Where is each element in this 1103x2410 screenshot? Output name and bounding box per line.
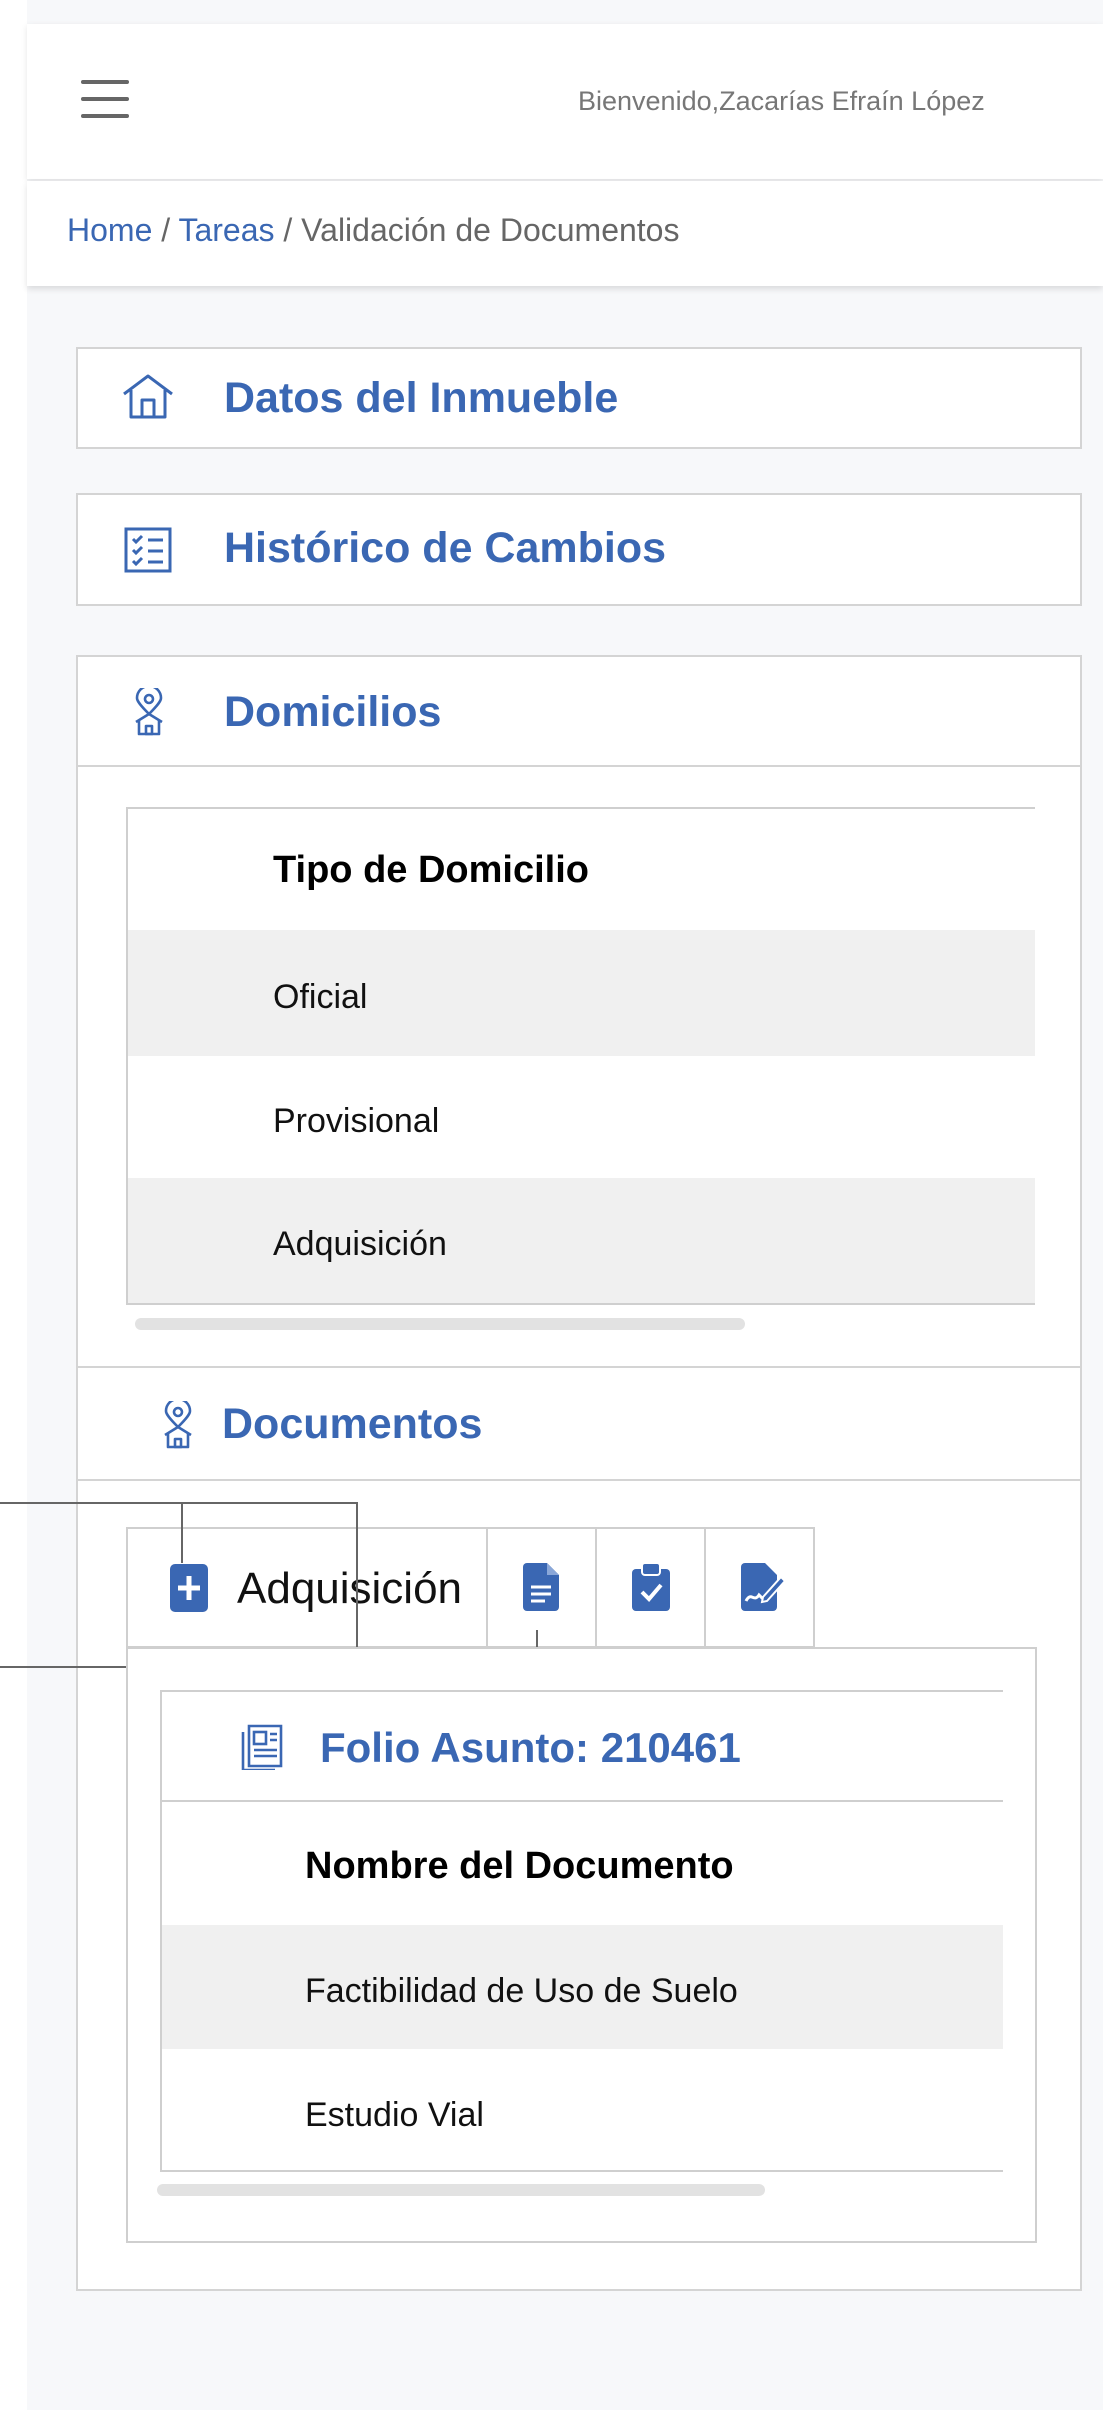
clipboard-check-icon [632, 1563, 670, 1611]
horizontal-scrollbar[interactable] [157, 2184, 765, 2196]
table-row[interactable]: Adquisición [128, 1178, 1035, 1303]
section-divider [76, 1479, 1082, 1481]
folio-divider [162, 1800, 1003, 1802]
document-icon [523, 1563, 559, 1611]
hamburger-menu-icon[interactable] [81, 80, 129, 118]
breadcrumb-current: Validación de Documentos [301, 212, 680, 248]
table-cell: Adquisición [273, 1225, 447, 1263]
location-house-icon [132, 688, 166, 736]
column-header-tipo-domicilio: Tipo de Domicilio [273, 849, 589, 891]
section-divider [76, 765, 1082, 767]
folio-title: Folio Asunto: 210461 [320, 1724, 741, 1771]
section-title-inmueble: Datos del Inmueble [224, 374, 619, 422]
breadcrumb-separator: / [152, 212, 179, 248]
breadcrumb: Home / Tareas / Validación de Documentos [67, 212, 679, 249]
table-cell: Oficial [273, 978, 368, 1016]
connector-line [181, 1503, 183, 1563]
welcome-text: Bienvenido,Zacarías Efraín López [578, 86, 985, 116]
domicilios-table: Tipo de Domicilio Oficial Provisional Ad… [126, 807, 1035, 1305]
section-title-domicilios: Domicilios [224, 688, 442, 736]
section-divider [76, 1366, 1082, 1368]
folio-document-icon [241, 1724, 283, 1770]
column-header-nombre-documento: Nombre del Documento [305, 1845, 734, 1887]
checklist-icon [124, 527, 172, 573]
signature-document-icon [741, 1563, 785, 1611]
table-row[interactable]: Oficial [128, 930, 1035, 1056]
table-cell: Factibilidad de Uso de Suelo [305, 1972, 738, 2010]
connector-line [0, 1502, 358, 1668]
section-title-documentos: Documentos [222, 1400, 483, 1448]
table-header-row: Tipo de Domicilio [128, 809, 1035, 930]
table-row[interactable]: Provisional [128, 1056, 1035, 1178]
horizontal-scrollbar[interactable] [135, 1318, 745, 1330]
breadcrumb-tareas-link[interactable]: Tareas [178, 212, 274, 248]
table-cell: Provisional [273, 1102, 440, 1140]
breadcrumb-separator: / [274, 212, 302, 248]
section-title-historico: Histórico de Cambios [224, 524, 667, 572]
house-icon [120, 372, 176, 420]
table-cell: Estudio Vial [305, 2096, 484, 2134]
location-house-icon [161, 1401, 195, 1449]
breadcrumb-home-link[interactable]: Home [67, 212, 152, 248]
